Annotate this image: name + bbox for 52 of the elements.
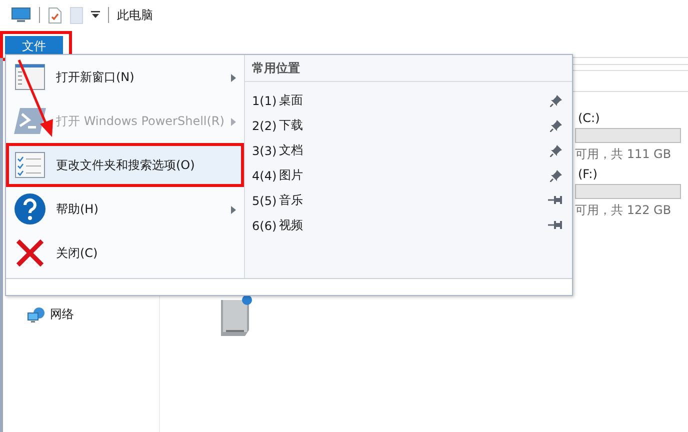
window-title: 此电脑 — [117, 6, 153, 24]
drive-space: 可用，共 111 GB — [575, 146, 672, 163]
unpinned-icon[interactable] — [548, 220, 562, 230]
frequent-place-item[interactable]: 2(2) 下载 — [245, 113, 572, 138]
place-name: 音乐 — [279, 192, 303, 209]
pin-icon[interactable] — [550, 95, 562, 107]
dropdown-icon[interactable] — [91, 11, 100, 19]
menu-item-label: 更改文件夹和搜索选项(O) — [56, 156, 195, 174]
frequent-place-item[interactable]: 4(4) 图片 — [245, 163, 572, 188]
place-name: 下载 — [279, 117, 303, 134]
network-icon — [27, 306, 45, 322]
drive-space: 可用，共 122 GB — [575, 202, 672, 219]
place-shortcut: 6(6) — [252, 218, 278, 232]
pin-icon[interactable] — [550, 170, 562, 182]
place-name: 桌面 — [279, 92, 303, 109]
place-shortcut: 1(1) — [252, 94, 278, 108]
terminal-icon — [14, 108, 46, 134]
frequent-place-item[interactable]: 1(1) 桌面 — [245, 88, 572, 113]
place-name: 视频 — [279, 217, 303, 234]
menu-item[interactable]: 更改文件夹和搜索选项(O) — [6, 143, 244, 187]
menu-item-label: 打开新窗口(N) — [56, 68, 134, 86]
place-shortcut: 4(4) — [252, 168, 278, 182]
place-shortcut: 2(2) — [252, 118, 278, 132]
pin-icon[interactable] — [550, 145, 562, 157]
sidebar-label: 网络 — [50, 306, 74, 323]
close-icon — [14, 239, 46, 267]
checklist-icon — [14, 152, 46, 178]
sidebar-item[interactable]: 网络 — [3, 306, 159, 323]
file-tab[interactable]: 文件 — [5, 36, 63, 56]
help-icon — [14, 193, 46, 225]
menu-item[interactable]: 打开新窗口(N) — [6, 55, 244, 99]
window-icon — [14, 64, 46, 90]
frequent-place-item[interactable]: 5(5) 音乐 — [245, 188, 572, 213]
place-name: 文档 — [279, 142, 303, 159]
menu-item-label: 打开 Windows PowerShell(R) — [56, 112, 224, 130]
frequent-place-item[interactable]: 6(6) 视频 — [245, 213, 572, 238]
place-shortcut: 5(5) — [252, 194, 278, 208]
menu-item[interactable]: 帮助(H) — [6, 187, 244, 231]
menu-item-label: 帮助(H) — [56, 200, 98, 218]
drive-name: (C:) — [577, 111, 601, 125]
menu-item[interactable]: 关闭(C) — [6, 231, 244, 275]
place-name: 图片 — [279, 167, 303, 184]
unpinned-icon[interactable] — [548, 195, 562, 205]
drive-name: (F:) — [577, 167, 598, 181]
place-shortcut: 3(3) — [252, 144, 278, 158]
properties-icon[interactable] — [48, 6, 62, 24]
frequent-place-item[interactable]: 3(3) 文档 — [245, 138, 572, 163]
frequent-places-heading: 常用位置 — [245, 55, 572, 82]
drive-icon — [218, 294, 254, 338]
computer-icon[interactable] — [11, 7, 31, 23]
pin-icon[interactable] — [550, 120, 562, 132]
menu-item-label: 关闭(C) — [56, 244, 98, 262]
